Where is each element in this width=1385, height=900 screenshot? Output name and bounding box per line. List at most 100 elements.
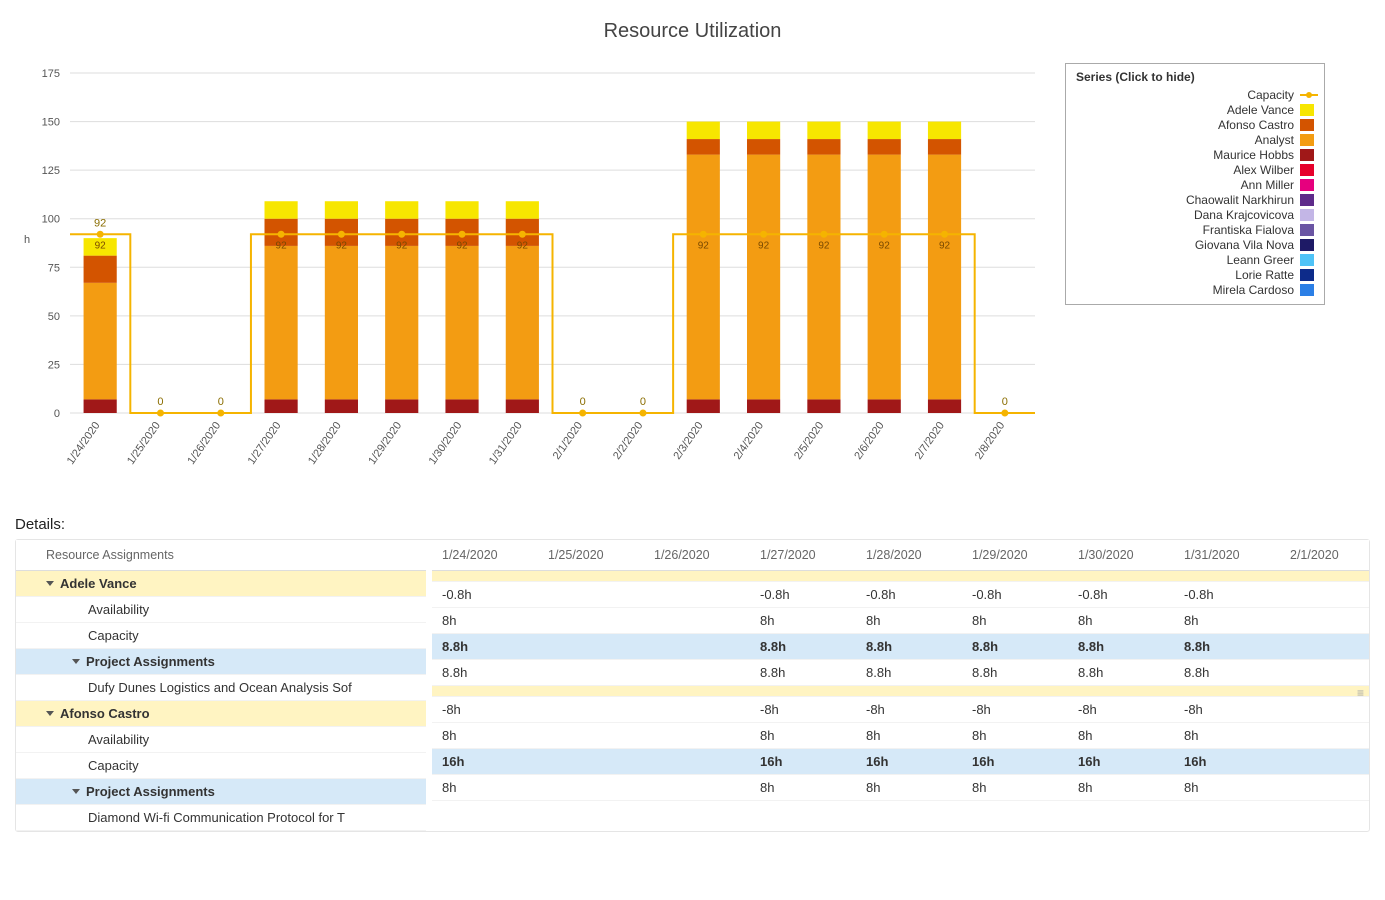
capacity-marker[interactable] <box>459 231 466 238</box>
capacity-marker[interactable] <box>519 231 526 238</box>
capacity-marker[interactable] <box>278 231 285 238</box>
details-row[interactable]: Adele Vance <box>16 571 426 597</box>
details-row[interactable]: Capacity <box>16 753 426 779</box>
details-cell: 8h <box>1174 608 1280 634</box>
svg-text:92: 92 <box>698 240 710 251</box>
expand-caret-icon[interactable] <box>72 789 80 794</box>
bar-segment[interactable] <box>325 201 358 218</box>
bar-segment[interactable] <box>265 246 298 399</box>
svg-text:92: 92 <box>517 240 529 251</box>
bar-segment[interactable] <box>928 122 961 139</box>
capacity-marker[interactable] <box>700 231 707 238</box>
svg-text:25: 25 <box>48 359 60 371</box>
bar-segment[interactable] <box>265 201 298 218</box>
details-row[interactable]: Capacity <box>16 623 426 649</box>
bar-segment[interactable] <box>84 256 117 283</box>
legend-item[interactable]: Analyst <box>1076 133 1314 147</box>
legend-item[interactable]: Giovana Vila Nova <box>1076 238 1314 252</box>
details-cell <box>1280 723 1369 749</box>
legend-item[interactable]: Ann Miller <box>1076 178 1314 192</box>
legend-item[interactable]: Mirela Cardoso <box>1076 283 1314 297</box>
bar-segment[interactable] <box>747 399 780 413</box>
legend-item[interactable]: Alex Wilber <box>1076 163 1314 177</box>
capacity-marker[interactable] <box>157 410 164 417</box>
capacity-marker[interactable] <box>217 410 224 417</box>
capacity-marker[interactable] <box>338 231 345 238</box>
bar-segment[interactable] <box>325 246 358 399</box>
legend-item[interactable]: Capacity <box>1076 88 1314 102</box>
bar-segment[interactable] <box>868 122 901 139</box>
details-cell: 16h <box>856 749 962 775</box>
details-row[interactable]: Diamond Wi-fi Communication Protocol for… <box>16 805 426 831</box>
expand-caret-icon[interactable] <box>46 581 54 586</box>
details-cell <box>538 571 644 582</box>
svg-text:1/26/2020: 1/26/2020 <box>185 420 223 467</box>
bar-segment[interactable] <box>687 399 720 413</box>
details-row[interactable]: Availability <box>16 597 426 623</box>
details-cell <box>432 571 538 582</box>
legend-item[interactable]: Maurice Hobbs <box>1076 148 1314 162</box>
bar-segment[interactable] <box>868 155 901 400</box>
bar-segment[interactable] <box>265 399 298 413</box>
capacity-marker[interactable] <box>941 231 948 238</box>
expand-caret-icon[interactable] <box>72 659 80 664</box>
bar-segment[interactable] <box>807 139 840 155</box>
bar-segment[interactable] <box>807 155 840 400</box>
legend-item[interactable]: Afonso Castro <box>1076 118 1314 132</box>
bar-segment[interactable] <box>807 122 840 139</box>
bar-segment[interactable] <box>928 399 961 413</box>
expand-caret-icon[interactable] <box>46 711 54 716</box>
capacity-marker[interactable] <box>1001 410 1008 417</box>
bar-segment[interactable] <box>928 155 961 400</box>
bar-segment[interactable] <box>506 399 539 413</box>
bar-segment[interactable] <box>445 201 478 218</box>
capacity-marker[interactable] <box>97 231 104 238</box>
bar-segment[interactable] <box>687 122 720 139</box>
capacity-marker[interactable] <box>820 231 827 238</box>
bar-segment[interactable] <box>747 122 780 139</box>
bar-segment[interactable] <box>687 139 720 155</box>
bar-segment[interactable] <box>445 399 478 413</box>
capacity-marker[interactable] <box>579 410 586 417</box>
capacity-marker[interactable] <box>881 231 888 238</box>
bar-segment[interactable] <box>445 246 478 399</box>
svg-text:1/24/2020: 1/24/2020 <box>65 420 103 467</box>
bar-segment[interactable] <box>325 399 358 413</box>
legend-item[interactable]: Frantiska Fialova <box>1076 223 1314 237</box>
bar-segment[interactable] <box>747 139 780 155</box>
legend-item[interactable]: Adele Vance <box>1076 103 1314 117</box>
bar-segment[interactable] <box>385 399 418 413</box>
chart-plot: 0255075100125150175h92929292929292929292… <box>15 63 1045 498</box>
bar-segment[interactable] <box>385 201 418 218</box>
legend-item[interactable]: Lorie Ratte <box>1076 268 1314 282</box>
capacity-marker[interactable] <box>760 231 767 238</box>
details-row[interactable]: Project Assignments <box>16 779 426 805</box>
bar-segment[interactable] <box>84 399 117 413</box>
capacity-marker[interactable] <box>639 410 646 417</box>
bar-segment[interactable] <box>807 399 840 413</box>
details-cell <box>1174 571 1280 582</box>
bar-segment[interactable] <box>84 283 117 400</box>
bar-segment[interactable] <box>385 246 418 399</box>
legend-item[interactable]: Leann Greer <box>1076 253 1314 267</box>
legend-item-label: Maurice Hobbs <box>1213 148 1294 162</box>
svg-text:1/31/2020: 1/31/2020 <box>487 420 525 467</box>
bar-segment[interactable] <box>506 201 539 218</box>
bar-segment[interactable] <box>868 399 901 413</box>
legend-item[interactable]: Chaowalit Narkhirun <box>1076 193 1314 207</box>
details-cell: 8.8h <box>432 634 538 660</box>
details-row[interactable]: Availability <box>16 727 426 753</box>
scroll-indicator-icon[interactable]: ≡ <box>1357 686 1367 700</box>
details-row[interactable]: Dufy Dunes Logistics and Ocean Analysis … <box>16 675 426 701</box>
bar-segment[interactable] <box>928 139 961 155</box>
bar-segment[interactable] <box>747 155 780 400</box>
bar-segment[interactable] <box>868 139 901 155</box>
bar-segment[interactable] <box>506 246 539 399</box>
legend-item-label: Lorie Ratte <box>1235 268 1294 282</box>
legend-item[interactable]: Dana Krajcovicova <box>1076 208 1314 222</box>
details-row[interactable]: Afonso Castro <box>16 701 426 727</box>
details-cell: 16h <box>750 749 856 775</box>
bar-segment[interactable] <box>687 155 720 400</box>
capacity-marker[interactable] <box>398 231 405 238</box>
details-row[interactable]: Project Assignments <box>16 649 426 675</box>
